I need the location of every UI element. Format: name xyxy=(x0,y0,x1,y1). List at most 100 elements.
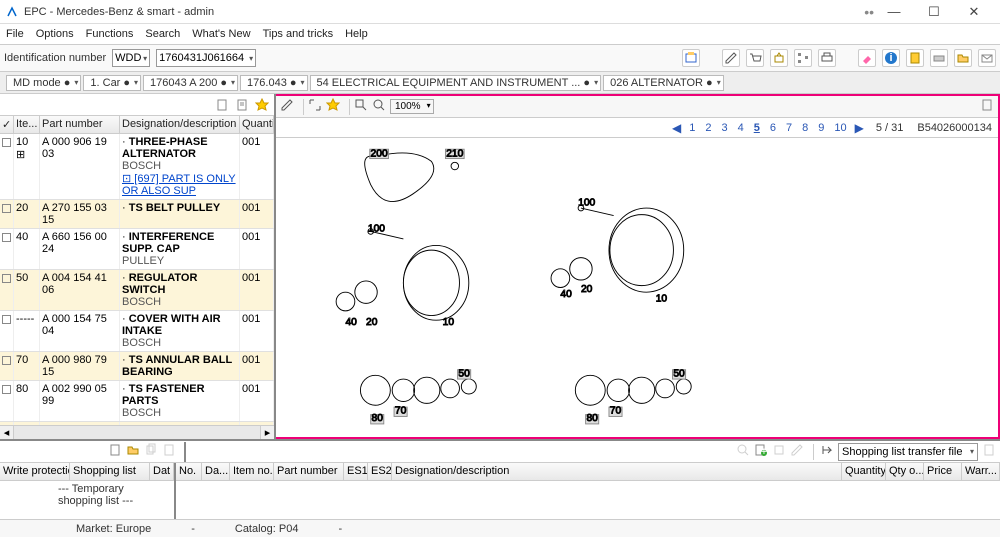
page-8[interactable]: 8 xyxy=(800,122,810,134)
col-pn[interactable]: Part number xyxy=(274,463,344,480)
row-checkbox[interactable] xyxy=(0,200,14,228)
expand-icon[interactable] xyxy=(308,98,322,115)
bc-subgroup[interactable]: 026 ALTERNATOR ● xyxy=(603,75,724,91)
menu-functions[interactable]: Functions xyxy=(86,28,134,40)
col-price[interactable]: Price xyxy=(924,463,962,480)
page-4[interactable]: 4 xyxy=(736,122,746,134)
id-number-combo[interactable]: 1760431J061664▾ xyxy=(156,49,256,67)
col-da[interactable]: Da... xyxy=(202,463,230,480)
page-5[interactable]: 5 xyxy=(752,122,762,134)
mail-icon[interactable] xyxy=(978,49,996,67)
info-icon[interactable]: i xyxy=(882,49,900,67)
menu-options[interactable]: Options xyxy=(36,28,74,40)
basket-icon[interactable] xyxy=(770,49,788,67)
col-qty[interactable]: Quanti xyxy=(240,116,274,133)
col-desc[interactable]: Designation/description xyxy=(120,116,240,133)
part-row[interactable]: 20 A 270 155 03 15 · TS BELT PULLEY 001 xyxy=(0,200,274,229)
page-6[interactable]: 6 xyxy=(768,122,778,134)
bc-code[interactable]: 176.043 ● xyxy=(240,75,307,91)
bc-group[interactable]: 54 ELECTRICAL EQUIPMENT AND INSTRUMENT .… xyxy=(310,75,602,91)
open-list-icon[interactable] xyxy=(126,443,140,460)
bc-mode[interactable]: MD mode ● xyxy=(6,75,81,91)
page-7[interactable]: 7 xyxy=(784,122,794,134)
eraser-icon[interactable] xyxy=(858,49,876,67)
col-shopping-list[interactable]: Shopping list xyxy=(70,463,150,480)
part-row[interactable]: 80 A 002 990 05 99 · TS FASTENER PARTSBO… xyxy=(0,381,274,422)
export-icon[interactable] xyxy=(982,443,996,460)
shopping-list-row[interactable]: --- Temporary shopping list --- xyxy=(0,481,174,509)
id-prefix-combo[interactable]: WDD▾ xyxy=(112,49,150,67)
col-desig[interactable]: Designation/description xyxy=(392,463,842,480)
book-icon[interactable] xyxy=(906,49,924,67)
page-10[interactable]: 10 xyxy=(832,122,848,134)
star-icon[interactable] xyxy=(254,97,270,113)
pencil-icon[interactable] xyxy=(280,98,294,115)
part-row[interactable]: 50 A 004 154 41 06 · REGULATOR SWITCHBOS… xyxy=(0,270,274,311)
menu-help[interactable]: Help xyxy=(345,28,368,40)
bc-car[interactable]: 1. Car ● xyxy=(83,75,141,91)
page-icon[interactable] xyxy=(980,98,994,115)
menu-file[interactable]: File xyxy=(6,28,24,40)
diagram-viewport[interactable]: 200 210 100 10 20 40 100 10 xyxy=(276,138,998,437)
col-no[interactable]: No. xyxy=(176,463,202,480)
col-partnum[interactable]: Part number xyxy=(40,116,120,133)
col-item[interactable]: Ite... xyxy=(14,116,40,133)
zoom-box-icon[interactable] xyxy=(354,98,368,115)
print-preview-icon[interactable] xyxy=(682,49,700,67)
part-link[interactable]: ⊡ [697] PART IS ONLY OR ALSO SUP xyxy=(122,173,236,197)
part-row[interactable]: 40 A 660 156 00 24 · INTERFERENCE SUPP. … xyxy=(0,229,274,270)
zoom-icon[interactable] xyxy=(372,98,386,115)
close-button[interactable]: ✕ xyxy=(954,4,994,20)
note2-icon[interactable] xyxy=(234,97,250,113)
h-scrollbar[interactable]: ◂ ▸ xyxy=(0,425,274,439)
menu-whatsnew[interactable]: What's New xyxy=(192,28,250,40)
remove-item-icon[interactable] xyxy=(772,443,786,460)
col-es2[interactable]: ES2 xyxy=(368,463,392,480)
star2-icon[interactable] xyxy=(326,98,340,115)
zoom-combo[interactable]: 100% xyxy=(390,99,434,114)
edit-item-icon[interactable] xyxy=(790,443,804,460)
print-icon[interactable] xyxy=(818,49,836,67)
row-checkbox[interactable] xyxy=(0,270,14,310)
row-checkbox[interactable] xyxy=(0,229,14,269)
new-list-icon[interactable] xyxy=(108,443,122,460)
tree-icon[interactable] xyxy=(794,49,812,67)
row-checkbox[interactable] xyxy=(0,311,14,351)
part-row[interactable]: ----- A 000 154 75 04 · COVER WITH AIR I… xyxy=(0,311,274,352)
page-1[interactable]: 1 xyxy=(687,122,697,134)
printer2-icon[interactable] xyxy=(930,49,948,67)
col-es1[interactable]: ES1 xyxy=(344,463,368,480)
row-checkbox[interactable] xyxy=(0,381,14,421)
maximize-button[interactable]: ☐ xyxy=(914,4,954,20)
col-check[interactable]: ✓ xyxy=(0,116,14,133)
transfer-combo[interactable]: Shopping list transfer file▾ xyxy=(838,443,978,461)
nav-next-icon[interactable]: ▶ xyxy=(855,121,864,135)
cart-icon[interactable] xyxy=(746,49,764,67)
col-write-protection[interactable]: Write protection xyxy=(0,463,70,480)
add-item-icon[interactable]: + xyxy=(754,443,768,460)
edit-icon[interactable] xyxy=(722,49,740,67)
bc-model[interactable]: 176043 A 200 ● xyxy=(143,75,238,91)
search-list-icon[interactable] xyxy=(736,443,750,460)
page-2[interactable]: 2 xyxy=(703,122,713,134)
nav-first-icon[interactable]: ◀ xyxy=(672,121,681,135)
col-qty[interactable]: Quantity xyxy=(842,463,886,480)
parts-body[interactable]: 10 ⊞ A 000 906 19 03 · THREE-PHASE ALTER… xyxy=(0,134,274,425)
menu-search[interactable]: Search xyxy=(145,28,180,40)
col-date[interactable]: Dat xyxy=(150,463,174,480)
col-warr[interactable]: Warr... xyxy=(962,463,1000,480)
row-checkbox[interactable] xyxy=(0,134,14,199)
note-icon[interactable] xyxy=(214,97,230,113)
copy-list-icon[interactable] xyxy=(144,443,158,460)
page-9[interactable]: 9 xyxy=(816,122,826,134)
transfer-icon[interactable] xyxy=(820,443,834,460)
menu-tips[interactable]: Tips and tricks xyxy=(263,28,334,40)
row-checkbox[interactable] xyxy=(0,352,14,380)
part-row[interactable]: 70 A 000 980 79 15 · TS ANNULAR BALL BEA… xyxy=(0,352,274,381)
col-itemno[interactable]: Item no. xyxy=(230,463,274,480)
col-qtyo[interactable]: Qty o... xyxy=(886,463,924,480)
minimize-button[interactable]: — xyxy=(874,4,914,19)
part-row[interactable]: 10 ⊞ A 000 906 19 03 · THREE-PHASE ALTER… xyxy=(0,134,274,200)
folder-icon[interactable] xyxy=(954,49,972,67)
page-3[interactable]: 3 xyxy=(719,122,729,134)
